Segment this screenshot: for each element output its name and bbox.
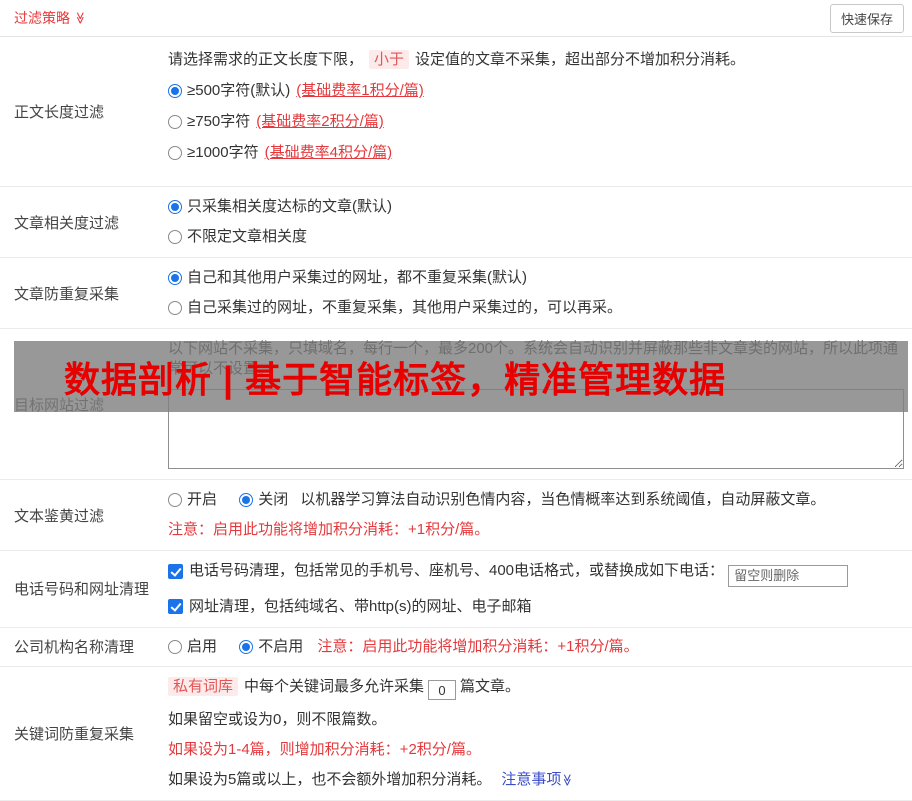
keyword-cost-note: 如果设为1-4篇，则增加积分消耗：+2积分/篇。 <box>168 740 904 760</box>
notes-link[interactable]: 注意事项≫ <box>501 771 574 788</box>
section-phone-url-cleanup: 电话号码和网址清理 电话号码清理，包括常见的手机号、座机号、400电话格式，或替… <box>0 551 912 628</box>
checkbox-phone-cleanup[interactable]: 电话号码清理，包括常见的手机号、座机号、400电话格式，或替换成如下电话： <box>168 561 724 581</box>
radio-porn-filter-on[interactable]: 开启 <box>168 490 217 510</box>
target-site-desc: 以下网站不采集，只填域名，每行一个，最多200个。系统会自动识别并屏蔽那些非文章… <box>168 339 904 379</box>
body-length-intro: 请选择需求的正文长度下限， 小于设定值的文章不采集，超出部分不增加积分消耗。 <box>168 50 904 70</box>
porn-filter-cost-note: 注意：启用此功能将增加积分消耗：+1积分/篇。 <box>168 520 904 540</box>
row-label-porn-filter: 文本鉴黄过滤 <box>0 480 168 550</box>
notes-chevron-icon: ≫ <box>562 774 574 787</box>
keyword-line1-end: 篇文章。 <box>460 678 520 695</box>
keyword-line1-text: 中每个关键词最多允许采集 <box>244 678 424 695</box>
section-porn-filter: 文本鉴黄过滤 开启 关闭 以机器学习算法自动识别色情内容，当色情概率达到系统阈值… <box>0 480 912 551</box>
radio-option-dedup-self-only[interactable]: 自己采集过的网址，不重复采集，其他用户采集过的，可以再采。 <box>168 298 622 318</box>
row-content: 启用 不启用 注意：启用此功能将增加积分消耗：+1积分/篇。 <box>168 628 912 666</box>
section-target-site-filter: 目标网站过滤 以下网站不采集，只填域名，每行一个，最多200个。系统会自动识别并… <box>0 329 912 480</box>
radio-checked-icon[interactable] <box>168 200 182 214</box>
highlight-private-lexicon: 私有词库 <box>168 677 238 696</box>
radio-unchecked-icon[interactable] <box>168 640 182 654</box>
row-label-company: 公司机构名称清理 <box>0 628 168 666</box>
fee-rate-link-3[interactable]: (基础费率4积分/篇) <box>265 144 393 161</box>
row-label-body-length: 正文长度过滤 <box>0 37 168 186</box>
fee-rate-link-2[interactable]: (基础费率2积分/篇) <box>256 113 384 130</box>
row-content: 请选择需求的正文长度下限， 小于设定值的文章不采集，超出部分不增加积分消耗。 ≥5… <box>168 37 912 186</box>
option-label: 不限定文章相关度 <box>187 227 307 247</box>
radio-unchecked-icon[interactable] <box>168 493 182 507</box>
option-label: 不启用 <box>258 637 303 657</box>
radio-unchecked-icon[interactable] <box>168 115 182 129</box>
max-articles-input[interactable] <box>428 680 456 700</box>
intro-text-after: 设定值的文章不采集，超出部分不增加积分消耗。 <box>415 51 745 68</box>
row-label-phone-url: 电话号码和网址清理 <box>0 551 168 627</box>
option-label: ≥750字符 <box>187 112 250 132</box>
checkbox-checked-icon[interactable] <box>168 599 183 614</box>
radio-checked-icon[interactable] <box>239 640 253 654</box>
checkbox-checked-icon[interactable] <box>168 564 183 579</box>
radio-checked-icon[interactable] <box>239 493 253 507</box>
option-label: 网址清理，包括纯域名、带http(s)的网址、电子邮箱 <box>189 597 532 617</box>
radio-company-cleanup-off[interactable]: 不启用 <box>239 637 303 657</box>
top-bar: 过滤策略 ≫ 快速保存 <box>0 0 912 37</box>
replacement-phone-input[interactable] <box>728 565 848 587</box>
notes-link-text: 注意事项 <box>501 771 561 788</box>
section-dedup-collection: 文章防重复采集 自己和其他用户采集过的网址，都不重复采集(默认) 自己采集过的网… <box>0 258 912 329</box>
row-content: 电话号码清理，包括常见的手机号、座机号、400电话格式，或替换成如下电话： 网址… <box>168 551 912 627</box>
radio-option-750-chars[interactable]: ≥750字符 <box>168 112 250 132</box>
porn-filter-desc: 以机器学习算法自动识别色情内容，当色情概率达到系统阈值，自动屏蔽文章。 <box>300 491 825 508</box>
section-company-cleanup: 公司机构名称清理 启用 不启用 注意：启用此功能将增加积分消耗：+1积分/篇。 <box>0 628 912 667</box>
row-content: 开启 关闭 以机器学习算法自动识别色情内容，当色情概率达到系统阈值，自动屏蔽文章… <box>168 480 912 550</box>
page-title-text: 过滤策略 <box>14 8 70 28</box>
keyword-note-zero: 如果留空或设为0，则不限篇数。 <box>168 710 904 730</box>
radio-company-cleanup-on[interactable]: 启用 <box>168 637 217 657</box>
radio-option-1000-chars[interactable]: ≥1000字符 <box>168 143 259 163</box>
row-label-relevance: 文章相关度过滤 <box>0 187 168 257</box>
radio-option-500-chars[interactable]: ≥500字符(默认) <box>168 81 290 101</box>
radio-unchecked-icon[interactable] <box>168 301 182 315</box>
row-label-keyword: 关键词防重复采集 <box>0 667 168 801</box>
option-label: 开启 <box>187 490 217 510</box>
radio-unchecked-icon[interactable] <box>168 230 182 244</box>
page-title[interactable]: 过滤策略 ≫ <box>14 8 87 28</box>
row-content: 以下网站不采集，只填域名，每行一个，最多200个。系统会自动识别并屏蔽那些非文章… <box>168 329 912 479</box>
radio-option-relevance-on[interactable]: 只采集相关度达标的文章(默认) <box>168 197 392 217</box>
company-cost-note: 注意：启用此功能将增加积分消耗：+1积分/篇。 <box>317 638 638 655</box>
radio-checked-icon[interactable] <box>168 84 182 98</box>
quick-save-button[interactable]: 快速保存 <box>830 4 904 33</box>
radio-unchecked-icon[interactable] <box>168 146 182 160</box>
row-label-dedup: 文章防重复采集 <box>0 258 168 328</box>
intro-text-before: 请选择需求的正文长度下限， <box>168 51 363 68</box>
collapse-chevron-icon: ≫ <box>74 12 86 25</box>
radio-checked-icon[interactable] <box>168 271 182 285</box>
option-label: ≥1000字符 <box>187 143 259 163</box>
row-content: 只采集相关度达标的文章(默认) 不限定文章相关度 <box>168 187 912 257</box>
row-label-target-site: 目标网站过滤 <box>0 329 168 479</box>
radio-option-dedup-all-users[interactable]: 自己和其他用户采集过的网址，都不重复采集(默认) <box>168 268 527 288</box>
radio-porn-filter-off[interactable]: 关闭 <box>239 490 288 510</box>
row-content: 私有词库中每个关键词最多允许采集 篇文章。 如果留空或设为0，则不限篇数。 如果设… <box>168 667 912 801</box>
option-label: ≥500字符(默认) <box>187 81 290 101</box>
option-label: 自己采集过的网址，不重复采集，其他用户采集过的，可以再采。 <box>187 298 622 318</box>
section-keyword-dedup: 关键词防重复采集 私有词库中每个关键词最多允许采集 篇文章。 如果留空或设为0，则… <box>0 667 912 801</box>
highlight-less-than: 小于 <box>369 50 409 69</box>
option-label: 电话号码清理，包括常见的手机号、座机号、400电话格式，或替换成如下电话： <box>189 561 724 581</box>
keyword-note-five-plus: 如果设为5篇或以上，也不会额外增加积分消耗。 <box>168 771 491 788</box>
option-label: 关闭 <box>258 490 288 510</box>
option-label: 自己和其他用户采集过的网址，都不重复采集(默认) <box>187 268 527 288</box>
row-content: 自己和其他用户采集过的网址，都不重复采集(默认) 自己采集过的网址，不重复采集，… <box>168 258 912 328</box>
section-body-length-filter: 正文长度过滤 请选择需求的正文长度下限， 小于设定值的文章不采集，超出部分不增加积… <box>0 37 912 187</box>
option-label: 只采集相关度达标的文章(默认) <box>187 197 392 217</box>
radio-option-relevance-off[interactable]: 不限定文章相关度 <box>168 227 307 247</box>
fee-rate-link-1[interactable]: (基础费率1积分/篇) <box>296 82 424 99</box>
checkbox-url-cleanup[interactable]: 网址清理，包括纯域名、带http(s)的网址、电子邮箱 <box>168 597 532 617</box>
option-label: 启用 <box>187 637 217 657</box>
section-relevance-filter: 文章相关度过滤 只采集相关度达标的文章(默认) 不限定文章相关度 <box>0 187 912 258</box>
blocked-sites-textarea[interactable] <box>168 389 904 469</box>
